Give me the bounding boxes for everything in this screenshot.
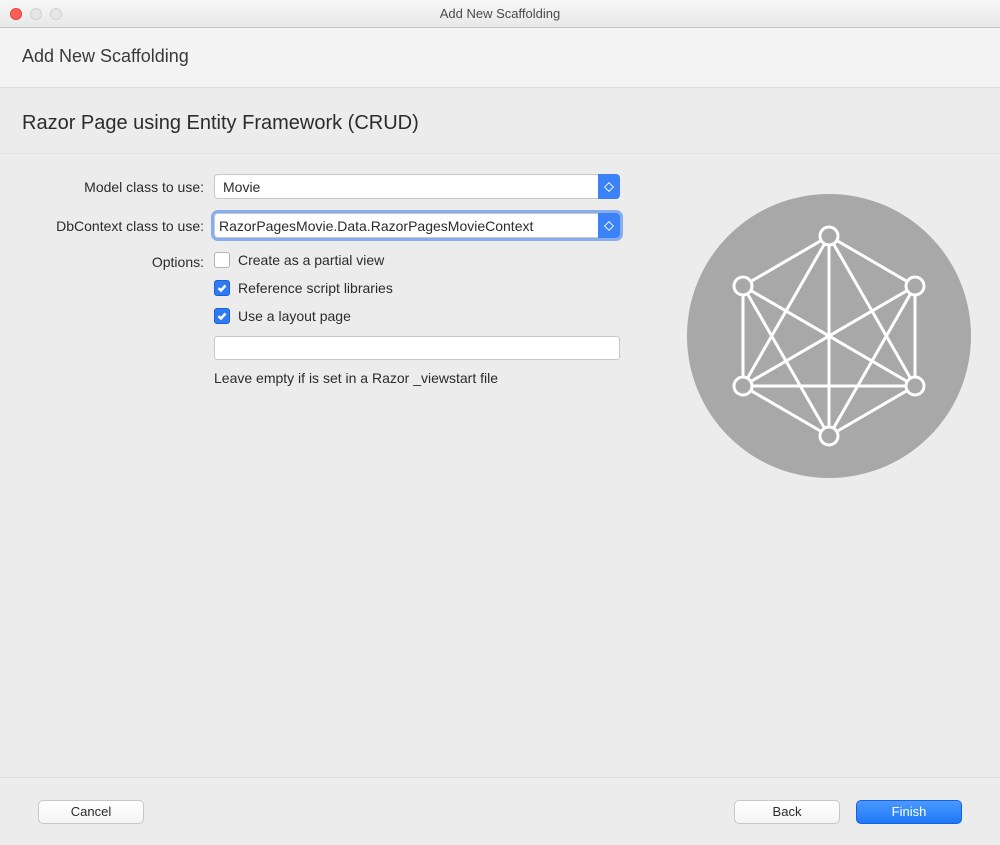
form-area: Model class to use: DbContext class to u…	[22, 174, 662, 478]
dialog-header: Add New Scaffolding	[0, 28, 1000, 88]
checkbox-reference-scripts[interactable]: Reference script libraries	[214, 280, 620, 296]
window-title: Add New Scaffolding	[440, 6, 560, 21]
zoom-icon[interactable]	[50, 8, 62, 20]
checkbox-icon[interactable]	[214, 308, 230, 324]
dbcontext-combo[interactable]	[214, 213, 620, 238]
checkbox-icon[interactable]	[214, 252, 230, 268]
minimize-icon[interactable]	[30, 8, 42, 20]
section-title: Razor Page using Entity Framework (CRUD)	[22, 112, 978, 135]
dialog-title: Add New Scaffolding	[22, 46, 978, 67]
layout-page-input[interactable]	[214, 336, 620, 360]
checkbox-label: Create as a partial view	[238, 252, 384, 268]
titlebar: Add New Scaffolding	[0, 0, 1000, 28]
checkbox-partial-view[interactable]: Create as a partial view	[214, 252, 620, 268]
dialog-content: Model class to use: DbContext class to u…	[0, 174, 1000, 478]
finish-button[interactable]: Finish	[856, 800, 962, 824]
checkbox-icon[interactable]	[214, 280, 230, 296]
back-button[interactable]: Back	[734, 800, 840, 824]
window-controls	[10, 8, 62, 20]
dialog-footer: Cancel Back Finish	[0, 777, 1000, 845]
graph-icon	[687, 194, 971, 478]
close-icon[interactable]	[10, 8, 22, 20]
checkbox-label: Reference script libraries	[238, 280, 393, 296]
cancel-button[interactable]: Cancel	[38, 800, 144, 824]
options-label: Options:	[22, 252, 214, 270]
checkbox-layout-page[interactable]: Use a layout page	[214, 308, 620, 324]
dbcontext-label: DbContext class to use:	[22, 218, 214, 234]
model-class-row: Model class to use:	[22, 174, 662, 199]
checkbox-label: Use a layout page	[238, 308, 351, 324]
chevron-down-icon[interactable]	[598, 174, 620, 199]
layout-helper-text: Leave empty if is set in a Razor _viewst…	[214, 370, 620, 386]
wizard-illustration	[684, 174, 974, 478]
model-class-combo[interactable]	[214, 174, 620, 199]
chevron-down-icon[interactable]	[598, 213, 620, 238]
model-class-input[interactable]	[214, 174, 620, 199]
dbcontext-row: DbContext class to use:	[22, 213, 662, 238]
model-class-label: Model class to use:	[22, 179, 214, 195]
section-header: Razor Page using Entity Framework (CRUD)	[0, 88, 1000, 154]
dbcontext-input[interactable]	[214, 213, 620, 238]
options-stack: Create as a partial view Reference scrip…	[214, 252, 620, 386]
options-row: Options: Create as a partial view Refere…	[22, 252, 662, 386]
